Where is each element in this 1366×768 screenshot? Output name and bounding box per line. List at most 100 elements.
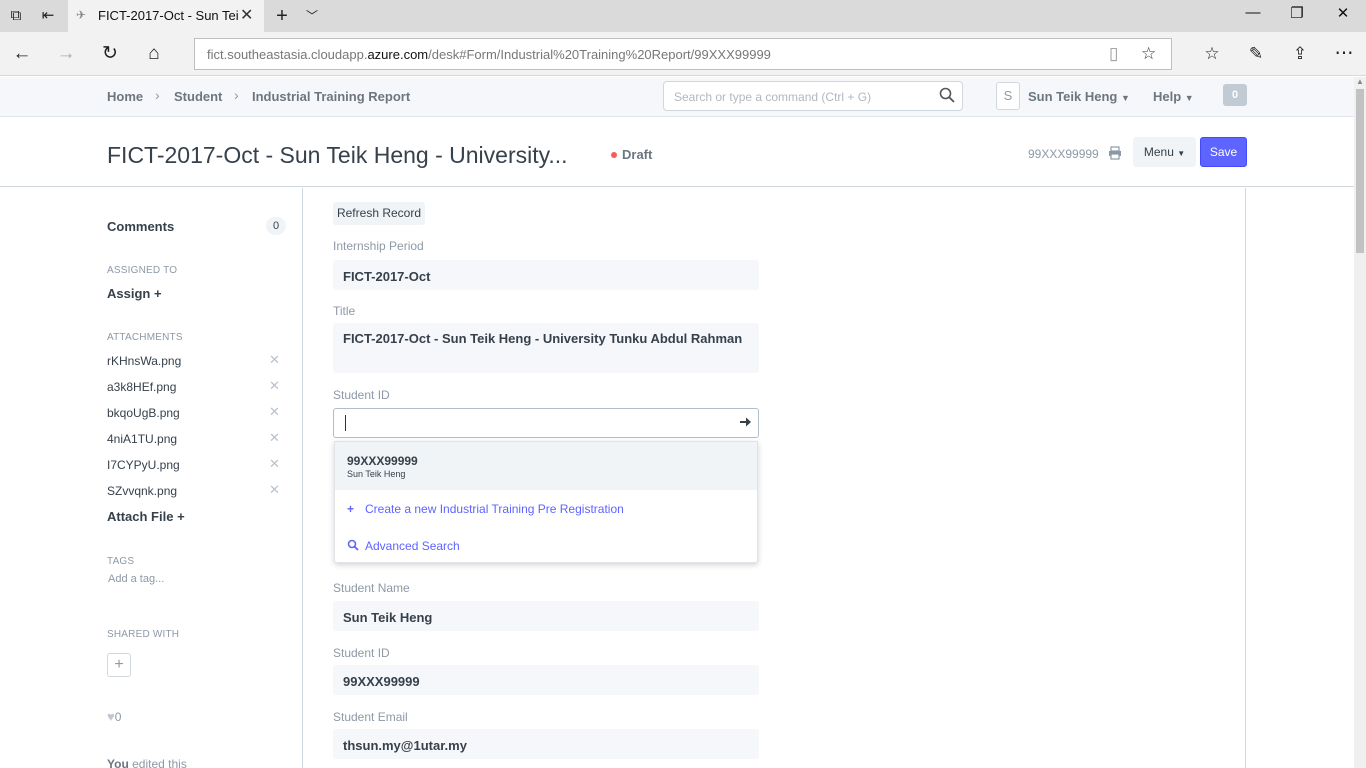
status-indicator-icon (611, 152, 617, 158)
home-icon[interactable]: ⌂ (142, 42, 166, 66)
forward-arrow-icon[interactable]: → (54, 42, 78, 66)
assign-button[interactable]: Assign + (107, 286, 162, 301)
page-head: FICT-2017-Oct - Sun Teik Heng - Universi… (0, 118, 1354, 187)
page-title: FICT-2017-Oct - Sun Teik Heng - Universi… (107, 142, 568, 168)
assigned-to-heading: ASSIGNED TO (107, 265, 178, 276)
pen-notes-icon[interactable]: ✎ (1244, 42, 1268, 66)
like-counter[interactable]: ♥0 (107, 709, 121, 724)
refresh-record-button[interactable]: Refresh Record (333, 202, 425, 225)
refresh-icon[interactable]: ↻ (98, 42, 122, 66)
save-button[interactable]: Save (1200, 137, 1247, 167)
favorite-star-icon[interactable]: ☆ (1141, 44, 1156, 64)
advanced-search-option[interactable]: Advanced Search (347, 539, 460, 553)
attachment-item[interactable]: a3k8HEf.png ✕ (107, 378, 282, 398)
breadcrumb-home[interactable]: Home (107, 89, 143, 104)
comments-link[interactable]: Comments (107, 219, 174, 234)
breadcrumb-industrial-training-report[interactable]: Industrial Training Report (252, 89, 410, 104)
close-tab-icon[interactable]: ✕ (240, 5, 253, 25)
attachments-heading: ATTACHMENTS (107, 332, 183, 343)
student-email-value: thsun.my@1utar.my (333, 729, 759, 759)
restore-icon[interactable]: ❐ (1282, 4, 1312, 22)
text-caret (345, 415, 346, 431)
close-window-icon[interactable]: ✕ (1328, 4, 1358, 22)
scroll-up-icon[interactable]: ▲ (1356, 77, 1364, 86)
document-id: 99XXX99999 (1028, 147, 1099, 161)
tab-manager-icon[interactable]: ⧉ (6, 6, 26, 26)
attachment-name[interactable]: bkqoUgB.png (107, 406, 180, 420)
student-id-label: Student ID (333, 646, 390, 660)
breadcrumb-chevron-icon: › (234, 87, 239, 103)
breadcrumb-chevron-icon: › (155, 87, 160, 103)
browser-tab-bar: ⧉ ⇤ ✈ FICT-2017-Oct - Sun Tei ✕ + ﹀ — ❐ … (0, 0, 1366, 32)
autocomplete-option[interactable]: 99XXX99999 Sun Teik Heng (335, 442, 757, 490)
caret-down-icon: ▼ (1177, 149, 1186, 158)
student-id-input[interactable] (333, 408, 759, 438)
student-id-autocomplete-dropdown: 99XXX99999 Sun Teik Heng + Create a new I… (334, 441, 758, 563)
internship-period-value: FICT-2017-Oct (333, 260, 759, 290)
search-icon (939, 87, 955, 103)
student-id-value: 99XXX99999 (333, 665, 759, 695)
remove-attachment-icon[interactable]: ✕ (269, 404, 280, 420)
minimize-icon[interactable]: — (1238, 4, 1268, 21)
attachment-item[interactable]: SZvvqnk.png ✕ (107, 482, 282, 502)
student-id-label: Student ID (333, 388, 390, 402)
tab-preview-chevron-icon[interactable]: ﹀ (302, 6, 322, 26)
student-email-label: Student Email (333, 710, 408, 724)
scrollbar-thumb[interactable] (1356, 89, 1364, 253)
page-favicon-icon: ✈ (76, 8, 87, 22)
attachment-item[interactable]: 4niA1TU.png ✕ (107, 430, 282, 450)
remove-attachment-icon[interactable]: ✕ (269, 456, 280, 472)
form-sidebar: Comments 0 ASSIGNED TO Assign + ATTACHME… (0, 188, 303, 768)
awesome-bar-search[interactable]: Search or type a command (Ctrl + G) (663, 81, 963, 111)
address-url: fict.southeastasia.cloudapp.azure.com/de… (207, 47, 771, 62)
caret-down-icon: ▼ (1184, 93, 1194, 103)
option-student-name[interactable]: Sun Teik Heng (347, 469, 405, 479)
attach-file-button[interactable]: Attach File + (107, 509, 185, 524)
remove-attachment-icon[interactable]: ✕ (269, 430, 280, 446)
browser-nav-bar: ← → ↻ ⌂ fict.southeastasia.cloudapp.azur… (0, 32, 1366, 76)
arrow-right-icon[interactable] (738, 415, 752, 429)
favorites-hub-icon[interactable]: ☆ (1200, 42, 1224, 66)
student-name-value: Sun Teik Heng (333, 601, 759, 631)
new-tab-icon[interactable]: + (272, 6, 292, 26)
remove-attachment-icon[interactable]: ✕ (269, 482, 280, 498)
remove-attachment-icon[interactable]: ✕ (269, 378, 280, 394)
set-aside-tabs-icon[interactable]: ⇤ (38, 6, 58, 26)
attachment-item[interactable]: I7CYPyU.png ✕ (107, 456, 282, 476)
caret-down-icon: ▼ (1120, 93, 1130, 103)
more-options-icon[interactable]: ⋯ (1332, 42, 1356, 66)
option-student-id[interactable]: 99XXX99999 (347, 454, 418, 468)
attachment-name[interactable]: 4niA1TU.png (107, 432, 177, 446)
attachment-name[interactable]: rKHnsWa.png (107, 354, 181, 368)
browser-tab-active[interactable]: ✈ FICT-2017-Oct - Sun Tei ✕ (68, 0, 264, 32)
address-bar[interactable]: fict.southeastasia.cloudapp.azure.com/de… (194, 38, 1172, 70)
tags-heading: TAGS (107, 556, 135, 567)
menu-button[interactable]: Menu ▼ (1133, 137, 1196, 167)
attachment-item[interactable]: rKHnsWa.png ✕ (107, 352, 282, 372)
user-avatar[interactable]: S (996, 82, 1020, 110)
attachment-name[interactable]: I7CYPyU.png (107, 458, 180, 472)
reading-view-icon[interactable]: ▯ (1109, 44, 1118, 64)
print-icon[interactable] (1108, 146, 1122, 160)
heart-icon[interactable]: ♥ (107, 709, 115, 724)
student-name-label: Student Name (333, 581, 410, 595)
add-share-button[interactable]: + (107, 653, 131, 677)
search-input[interactable]: Search or type a command (Ctrl + G) (674, 90, 871, 104)
attachment-item[interactable]: bkqoUgB.png ✕ (107, 404, 282, 424)
internship-period-label: Internship Period (333, 239, 424, 253)
attachment-name[interactable]: a3k8HEf.png (107, 380, 176, 394)
timeline-edit-entry: You edited this (107, 757, 187, 768)
remove-attachment-icon[interactable]: ✕ (269, 352, 280, 368)
create-new-option[interactable]: + Create a new Industrial Training Pre Re… (347, 502, 624, 516)
attachment-name[interactable]: SZvvqnk.png (107, 484, 177, 498)
page-scrollbar[interactable]: ▲ (1354, 77, 1366, 768)
back-arrow-icon[interactable]: ← (10, 42, 34, 66)
notification-badge[interactable]: 0 (1223, 84, 1247, 106)
help-menu[interactable]: Help ▼ (1153, 89, 1194, 104)
breadcrumb-student[interactable]: Student (174, 89, 222, 104)
title-value: FICT-2017-Oct - Sun Teik Heng - Universi… (333, 323, 759, 373)
comments-count-badge: 0 (266, 217, 286, 235)
add-tag-link[interactable]: Add a tag... (108, 573, 164, 585)
share-icon[interactable]: ⇪ (1288, 42, 1312, 66)
user-menu[interactable]: Sun Teik Heng ▼ (1028, 89, 1130, 104)
